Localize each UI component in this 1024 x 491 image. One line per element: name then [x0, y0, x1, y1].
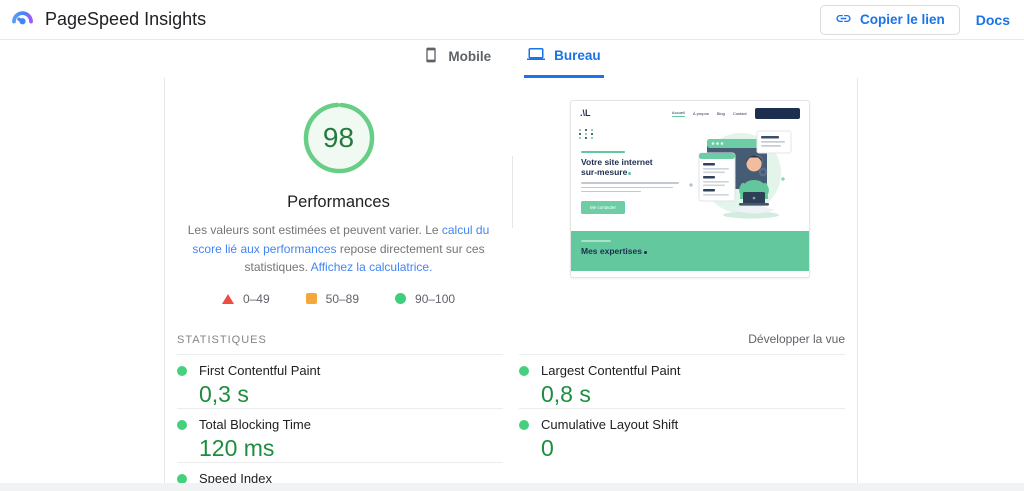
thumbnail-nav-item: À propos	[692, 110, 709, 116]
green-dot-icon	[519, 365, 529, 376]
thumbnail-hero: Votre site internet sur-mesure Me contac…	[571, 125, 809, 233]
docs-link[interactable]: Docs	[976, 12, 1010, 28]
tab-bureau[interactable]: Bureau	[524, 45, 604, 78]
tab-mobile-label: Mobile	[448, 49, 492, 64]
thumbnail-nav-item: Accueil	[671, 109, 685, 117]
green-circle-icon	[395, 293, 407, 305]
legend-item-good: 90–100	[395, 292, 455, 306]
thumbnail-footer-text: Mes expertises	[581, 246, 642, 256]
header-actions: Copier le lien Docs	[819, 4, 1010, 35]
green-dot-icon	[519, 419, 529, 430]
phone-icon	[423, 47, 439, 66]
thumbnail-heading-line2: sur-mesure	[581, 167, 628, 178]
performance-score-gauge: 98	[301, 100, 377, 176]
laptop-icon	[527, 45, 546, 66]
metric-name: Largest Contentful Paint	[541, 363, 681, 378]
green-dot-icon	[177, 419, 187, 430]
calculator-link[interactable]: Affichez la calculatrice.	[311, 260, 433, 274]
metric-cumulative-layout-shift: Cumulative Layout Shift 0	[519, 408, 845, 462]
device-tabbar: Mobile Bureau	[0, 40, 1024, 78]
thumbnail-site-nav: Accueil À propos Blog Contact Demande de…	[671, 107, 800, 119]
thumbnail-contact-button: Me contacter	[581, 200, 626, 214]
statistics-section: STATISTIQUES Développer la vue First Con…	[165, 332, 857, 491]
metrics-grid: First Contentful Paint 0,3 s Total Block…	[177, 354, 845, 491]
eyebrow-bar	[581, 151, 625, 153]
metric-first-contentful-paint: First Contentful Paint 0,3 s	[177, 354, 503, 408]
thumbnail-hero-copy: Votre site internet sur-mesure Me contac…	[581, 151, 681, 214]
thumbnail-site-logo: .\L	[580, 108, 591, 118]
thumbnail-site-header: .\L Accueil À propos Blog Contact Demand…	[571, 101, 809, 125]
performance-score-value: 98	[322, 122, 355, 153]
performance-summary: 98 Performances Les valeurs sont estimée…	[165, 78, 857, 306]
metric-value: 0,3 s	[199, 381, 249, 407]
statistics-label: STATISTIQUES	[177, 334, 267, 346]
thumbnail-cta-button: Demande de devis	[754, 107, 800, 119]
metric-value: 120 ms	[199, 435, 275, 461]
tab-mobile[interactable]: Mobile	[420, 47, 494, 78]
statistics-header: STATISTIQUES Développer la vue	[177, 332, 845, 346]
score-panel: 98 Performances Les valeurs sont estimée…	[165, 78, 512, 306]
green-dot-icon	[177, 473, 187, 484]
navy-dot	[643, 251, 647, 254]
performance-description: Les valeurs sont estimées et peuvent var…	[180, 221, 498, 277]
metric-name: Cumulative Layout Shift	[541, 417, 679, 432]
green-dot	[628, 172, 632, 176]
red-triangle-icon	[221, 293, 234, 304]
metric-value: 0,8 s	[541, 381, 591, 407]
thumbnail-heading: Votre site internet sur-mesure	[581, 157, 681, 177]
metrics-column-right: Largest Contentful Paint 0,8 s Cumulativ…	[519, 354, 845, 491]
page-screenshot-thumbnail: .\L Accueil À propos Blog Contact Demand…	[570, 100, 810, 278]
report-card: 98 Performances Les valeurs sont estimée…	[164, 78, 858, 491]
copy-link-label: Copier le lien	[859, 12, 945, 27]
app-header: PageSpeed Insights Copier le lien Docs	[0, 0, 1024, 40]
metric-name: Total Blocking Time	[199, 417, 311, 432]
tab-bureau-label: Bureau	[554, 48, 601, 63]
link-icon	[835, 10, 852, 30]
thumbnail-nav-item: Contact	[732, 110, 747, 116]
metric-largest-contentful-paint: Largest Contentful Paint 0,8 s	[519, 354, 845, 408]
expand-view-link[interactable]: Développer la vue	[748, 332, 845, 346]
thumbnail-paragraph-placeholder	[581, 182, 681, 193]
hero-illustration	[675, 125, 803, 236]
brand: PageSpeed Insights	[10, 5, 206, 35]
legend-range-average: 50–89	[325, 291, 360, 306]
thumbnail-heading-line1: Votre site internet	[581, 157, 653, 167]
metric-total-blocking-time: Total Blocking Time 120 ms	[177, 408, 503, 462]
eyebrow-bar	[581, 240, 611, 242]
legend-item-average: 50–89	[305, 291, 360, 306]
thumbnail-footer-band: Mes expertises	[571, 231, 809, 271]
dots-pattern	[579, 129, 595, 139]
thumbnail-footer-title: Mes expertises	[581, 246, 799, 256]
performance-title: Performances	[287, 193, 390, 211]
pagespeed-logo-icon	[10, 5, 35, 35]
legend-range-bad: 0–49	[242, 291, 270, 306]
score-legend: 0–49 50–89 90–100	[221, 291, 455, 306]
green-dot-icon	[177, 365, 187, 376]
bottom-strip	[0, 483, 1024, 491]
copy-link-button[interactable]: Copier le lien	[819, 4, 960, 35]
legend-range-good: 90–100	[415, 291, 456, 306]
metrics-column-left: First Contentful Paint 0,3 s Total Block…	[177, 354, 503, 491]
legend-item-bad: 0–49	[221, 291, 270, 306]
thumbnail-nav-item: Blog	[716, 110, 725, 116]
metric-value: 0	[541, 435, 554, 461]
description-text-1: Les valeurs sont estimées et peuvent var…	[187, 223, 442, 237]
orange-square-icon	[305, 293, 317, 305]
metric-name: First Contentful Paint	[199, 363, 321, 378]
app-title: PageSpeed Insights	[45, 9, 207, 29]
screenshot-panel: .\L Accueil À propos Blog Contact Demand…	[513, 78, 810, 302]
